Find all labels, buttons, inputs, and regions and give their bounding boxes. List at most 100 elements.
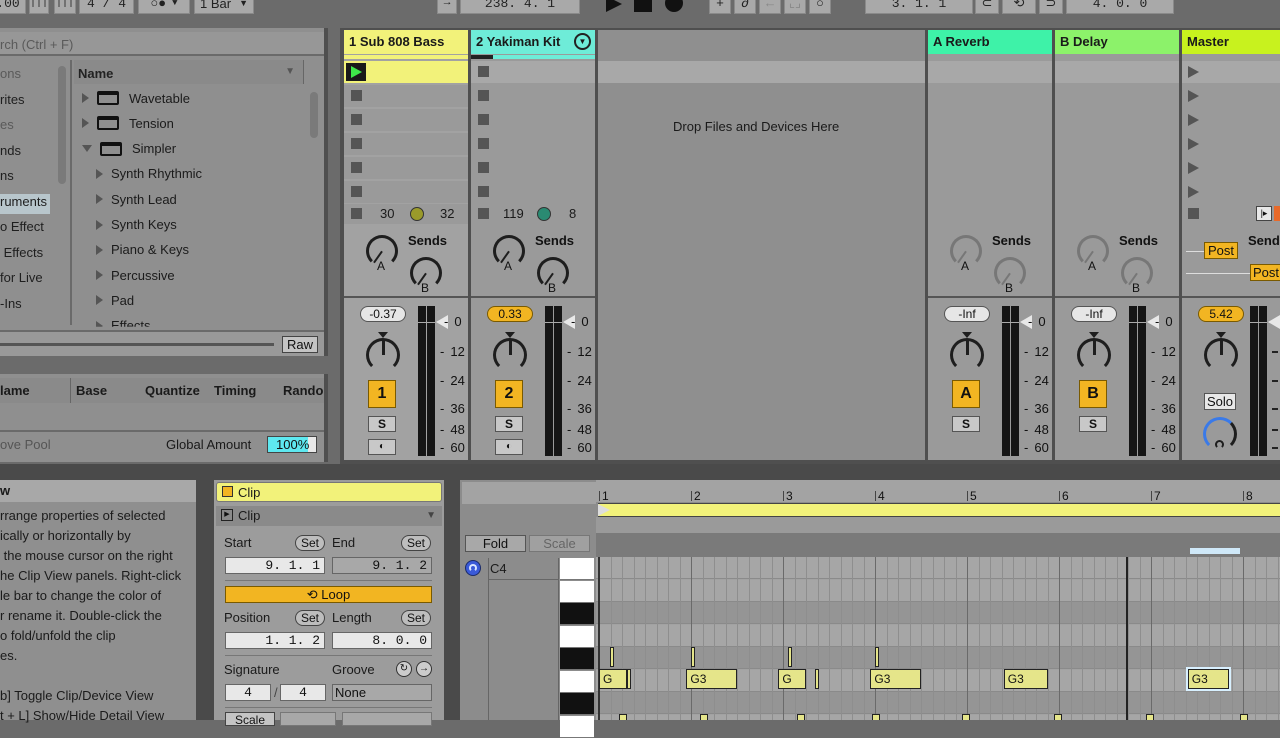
- clip-slot[interactable]: [471, 109, 595, 131]
- start-field[interactable]: 9. 1. 1: [225, 557, 325, 574]
- clip-slot[interactable]: [1055, 133, 1179, 155]
- scale-button[interactable]: Scale: [529, 535, 590, 552]
- pan-knob[interactable]: [950, 338, 984, 372]
- white-key[interactable]: [560, 580, 594, 603]
- clip-slot[interactable]: [1055, 61, 1179, 83]
- clip-stop-icon[interactable]: [478, 186, 489, 197]
- clip-slot[interactable]: [928, 157, 1052, 179]
- start-set-button[interactable]: Set: [295, 535, 325, 551]
- crossfader-button[interactable]: |▸: [1256, 206, 1272, 221]
- clip-slot[interactable]: [1055, 157, 1179, 179]
- browser-item[interactable]: Piano & Keys: [96, 241, 189, 259]
- browser-category[interactable]: Effects: [0, 245, 56, 265]
- browser-category[interactable]: es: [0, 117, 56, 137]
- play-clip-icon[interactable]: [346, 63, 366, 81]
- track-activator-button[interactable]: A: [952, 380, 980, 408]
- clip-slot[interactable]: [1182, 61, 1280, 83]
- stop-all-icon[interactable]: [351, 208, 362, 219]
- collapsed-arrow-icon[interactable]: [96, 168, 103, 179]
- browser-item[interactable]: Synth Rhythmic: [96, 165, 202, 183]
- browser-category[interactable]: rites: [0, 92, 56, 112]
- metronome-button[interactable]: ○● ▼: [138, 0, 190, 14]
- short-midi-note[interactable]: [1240, 714, 1249, 720]
- clip-slot[interactable]: [344, 181, 468, 203]
- clip-stop-icon[interactable]: [478, 114, 489, 125]
- clip-slot[interactable]: [928, 181, 1052, 203]
- quantize-dropdown[interactable]: 1 Bar ▼: [194, 0, 254, 14]
- browser-category[interactable]: ns: [0, 168, 56, 188]
- groove-dropdown[interactable]: None: [332, 684, 432, 701]
- volume-display[interactable]: 5.42: [1198, 306, 1244, 322]
- record-arm-button[interactable]: [1274, 206, 1280, 221]
- save-groove-pool-label[interactable]: ove Pool: [0, 437, 51, 452]
- loop-length-field[interactable]: 4. 0. 0: [1066, 0, 1174, 14]
- track-activator-button[interactable]: 2: [495, 380, 523, 408]
- short-midi-note[interactable]: [962, 714, 971, 720]
- return-b-header[interactable]: B Delay: [1055, 30, 1179, 54]
- track-2-header[interactable]: 2 Yakiman Kit ▼: [471, 30, 595, 54]
- nudge-button[interactable]: |||: [54, 0, 76, 14]
- clip-title-bar[interactable]: Clip: [216, 482, 442, 502]
- clip-stop-icon[interactable]: [478, 138, 489, 149]
- black-key[interactable]: [560, 603, 594, 625]
- preview-headphone-icon[interactable]: [465, 560, 481, 576]
- clip-stop-icon[interactable]: [478, 162, 489, 173]
- record-button[interactable]: [665, 0, 683, 12]
- note-grid[interactable]: G G3 G G3 G3 G3: [596, 557, 1280, 720]
- browser-category[interactable]: o Effect: [0, 219, 56, 239]
- midi-note[interactable]: G: [599, 669, 627, 689]
- pan-knob[interactable]: [1077, 338, 1111, 372]
- collapsed-arrow-icon[interactable]: [82, 118, 89, 129]
- collapsed-arrow-icon[interactable]: [96, 244, 103, 255]
- scene-launch-icon[interactable]: [1188, 114, 1199, 126]
- categories-scrollbar[interactable]: [58, 66, 66, 184]
- position-field[interactable]: 1. 1. 2: [225, 632, 325, 649]
- solo-button[interactable]: Solo: [1204, 393, 1236, 410]
- midi-note[interactable]: G3: [1187, 669, 1230, 689]
- short-midi-note[interactable]: [610, 647, 615, 667]
- collapsed-arrow-icon[interactable]: [96, 194, 103, 205]
- expanded-arrow-icon[interactable]: [82, 145, 92, 153]
- volume-display[interactable]: -0.37: [360, 306, 406, 322]
- browser-category[interactable]: ruments: [0, 193, 50, 214]
- browser-search[interactable]: rch (Ctrl + F): [0, 32, 324, 56]
- browser-item[interactable]: Simpler: [82, 140, 176, 158]
- scene-launch-icon[interactable]: [1188, 162, 1199, 174]
- clip-slot[interactable]: [1182, 109, 1280, 131]
- scale-button[interactable]: Scale: [225, 712, 275, 726]
- white-key[interactable]: [560, 715, 594, 738]
- solo-button[interactable]: S: [952, 416, 980, 432]
- song-position-field[interactable]: 238. 4. 1: [460, 0, 580, 14]
- clip-slot[interactable]: [1055, 85, 1179, 107]
- scale-name-dropdown[interactable]: [342, 712, 432, 726]
- groove-commit-icon[interactable]: →: [416, 661, 432, 677]
- clip-section-header[interactable]: ▶ Clip ▼: [216, 506, 442, 526]
- clip-slot[interactable]: [344, 109, 468, 131]
- post-a-button[interactable]: Post: [1204, 242, 1238, 259]
- browser-category[interactable]: for Live: [0, 270, 56, 290]
- stop-all-icon[interactable]: [478, 208, 489, 219]
- clip-stop-icon[interactable]: [351, 186, 362, 197]
- collapsed-arrow-icon[interactable]: [82, 93, 89, 103]
- clip-slot[interactable]: [1182, 181, 1280, 203]
- clip-slot[interactable]: [928, 205, 1052, 227]
- loop-start-field[interactable]: 3. 1. 1: [865, 0, 973, 14]
- volume-fader-handle[interactable]: [1268, 315, 1280, 329]
- stop-button[interactable]: [634, 0, 652, 12]
- collapsed-arrow-icon[interactable]: [96, 219, 103, 230]
- clip-slot[interactable]: [928, 85, 1052, 107]
- pan-knob[interactable]: [1204, 338, 1238, 372]
- volume-display[interactable]: -Inf: [1071, 306, 1117, 322]
- white-key[interactable]: [560, 558, 594, 580]
- raw-button[interactable]: Raw: [282, 336, 318, 353]
- browser-item[interactable]: Wavetable: [82, 89, 190, 107]
- clip-stop-icon[interactable]: [351, 162, 362, 173]
- groove-hot-swap-icon[interactable]: ↻: [396, 661, 412, 677]
- clip-slot[interactable]: [1055, 109, 1179, 131]
- overdub-button[interactable]: +: [709, 0, 731, 14]
- solo-button[interactable]: S: [368, 416, 396, 432]
- monitor-button[interactable]: ◐: [495, 439, 523, 455]
- black-key[interactable]: [560, 648, 594, 670]
- length-field[interactable]: 8. 0. 0: [332, 632, 432, 649]
- fold-button[interactable]: Fold: [465, 535, 526, 552]
